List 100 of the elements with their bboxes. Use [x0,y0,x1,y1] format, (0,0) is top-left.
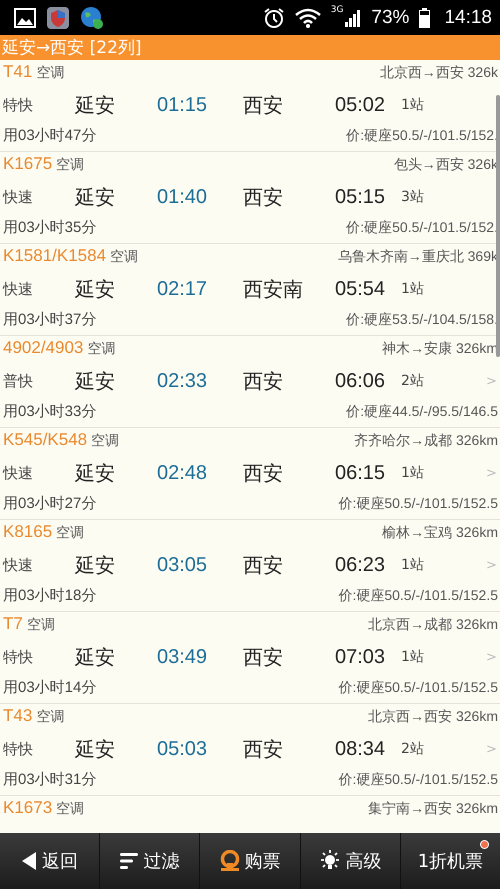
price-text: 价:硬座50.5/-/101.5/152.5 [338,495,498,513]
globe-icon [80,6,104,30]
train-type: 快速 [3,280,34,298]
arrival-time: 06:23 [335,554,386,576]
train-row[interactable]: T7 空调 北京西→成都 326km 特快 延安 03:49 西安 07:03 1站 > 用03小时14分 价:硬座50.5/-/101.5/152.5 [0,612,500,704]
clock: 14:18 [444,6,492,28]
arrival-time: 05:02 [335,94,386,116]
duration-text: 用03小时35分 [3,218,96,237]
route-text: 榆林→宝鸡 326km [382,524,498,542]
route-text: 北京西→西安 326k [380,64,498,82]
arrival-time: 05:15 [335,186,386,208]
route-text: 包头→西安 326k [394,156,498,174]
arrival-time: 06:15 [335,462,386,484]
toolbar-button[interactable]: 过滤 [99,833,200,889]
train-number: T7 [3,614,23,634]
rail-logo-icon [220,850,240,872]
ac-label: 空调 [26,616,55,634]
departure-time: 01:15 [157,94,208,116]
stop-count: 1站 [401,648,425,666]
ac-label: 空调 [110,248,138,266]
train-number: K545/K548 [3,430,88,450]
arrival-time: 06:06 [335,370,386,392]
departure-time: 03:49 [157,646,208,668]
route-text: 北京西→成都 326km [368,616,498,634]
duration-text: 用03小时31分 [3,770,96,789]
chevron: > [486,650,498,664]
chevron: > [486,558,498,572]
route-text: 齐齐哈尔→成都 326km [354,432,498,450]
train-type: 快速 [3,556,34,574]
departure-station: 延安 [75,644,116,670]
train-number: K1673 [3,798,52,818]
train-number: T41 [3,62,32,82]
toolbar-button[interactable]: 高级 [300,833,400,889]
arrival-station: 西安 [243,460,284,486]
ac-label: 空调 [36,708,64,726]
arrival-station: 西安南 [243,276,304,302]
duration-text: 用03小时33分 [3,402,96,421]
train-row[interactable]: K8165 空调 榆林→宝鸡 326km 快速 延安 03:05 西安 06:23 1站 > 用03小时18分 价:硬座50.5/-/101.5/152.5 [0,520,500,612]
departure-station: 延安 [75,368,116,394]
train-type: 特快 [3,648,34,666]
arrival-station: 西安 [243,92,284,118]
price-text: 价:硬座50.5/-/101.5/152.5 [338,587,498,605]
ac-label: 空调 [36,64,64,82]
arrival-station: 西安 [243,368,284,394]
shield-icon [46,6,70,30]
ac-label: 空调 [87,340,116,358]
departure-station: 延安 [75,736,116,762]
train-type: 快速 [3,464,34,482]
signal-icon [345,8,362,26]
duration-text: 用03小时37分 [3,310,96,329]
stop-count: 3站 [401,188,425,206]
departure-time: 03:05 [157,554,208,576]
arrival-station: 西安 [243,644,284,670]
stop-count: 2站 [401,372,425,390]
toolbar-button[interactable]: 购票 [199,833,300,889]
ac-label: 空调 [56,524,84,542]
train-type: 快速 [3,188,34,206]
duration-text: 用03小时27分 [3,494,96,513]
price-text: 价:硬座44.5/-/95.5/146.5 [346,403,498,421]
train-number: K8165 [3,522,52,542]
route-title: 延安→西安 [22列] [2,37,142,59]
toolbar-button[interactable]: 返回 [0,833,100,889]
notification-dot [481,841,488,848]
price-text: 价:硬座50.5/-/101.5/152. [346,219,498,237]
arrival-time: 05:54 [335,278,386,300]
toolbar-button[interactable]: 1折机票 [400,833,500,889]
departure-station: 延安 [75,184,116,210]
departure-station: 延安 [75,276,116,302]
train-number: T43 [3,706,32,726]
stop-count: 1站 [401,96,425,114]
departure-station: 延安 [75,552,116,578]
wifi-icon [294,8,321,28]
arrival-station: 西安 [243,736,284,762]
arrival-station: 西安 [243,184,284,210]
ac-label: 空调 [91,432,120,450]
departure-station: 延安 [75,92,116,118]
ac-label: 空调 [56,800,84,818]
train-type: 特快 [3,740,34,758]
route-text: 北京西→西安 326km [368,708,498,726]
stop-count: 2站 [401,740,425,758]
train-number: K1581/K1584 [3,246,106,266]
departure-time: 02:17 [157,278,208,300]
arrival-station: 西安 [243,552,284,578]
train-row[interactable]: K545/K548 空调 齐齐哈尔→成都 326km 快速 延安 02:48 西安 06:15 1站 > 用03小时27分 价:硬座50.5/-/101.5/152.5 [0,428,500,520]
battery-percent: 73% [371,6,410,28]
chevron: > [486,466,498,480]
train-row[interactable]: T43 空调 北京西→西安 326km 特快 延安 05:03 西安 08:34 2站 > 用03小时31分 价:硬座50.5/-/101.5/152.5 [0,704,500,796]
arrival-time: 07:03 [335,646,386,668]
price-text: 价:硬座53.5/-/104.5/158. [346,311,498,329]
back-icon [21,851,38,871]
battery-icon [419,8,430,28]
duration-text: 用03小时18分 [3,586,96,605]
train-number: 4902/4903 [3,338,84,358]
chevron: > [486,374,498,388]
departure-time: 02:48 [157,462,208,484]
ac-label: 空调 [56,156,84,174]
stop-count: 1站 [401,464,425,482]
duration-text: 用03小时47分 [3,126,96,145]
train-number: K1675 [3,154,52,174]
price-text: 价:硬座50.5/-/101.5/152.5 [338,679,498,697]
